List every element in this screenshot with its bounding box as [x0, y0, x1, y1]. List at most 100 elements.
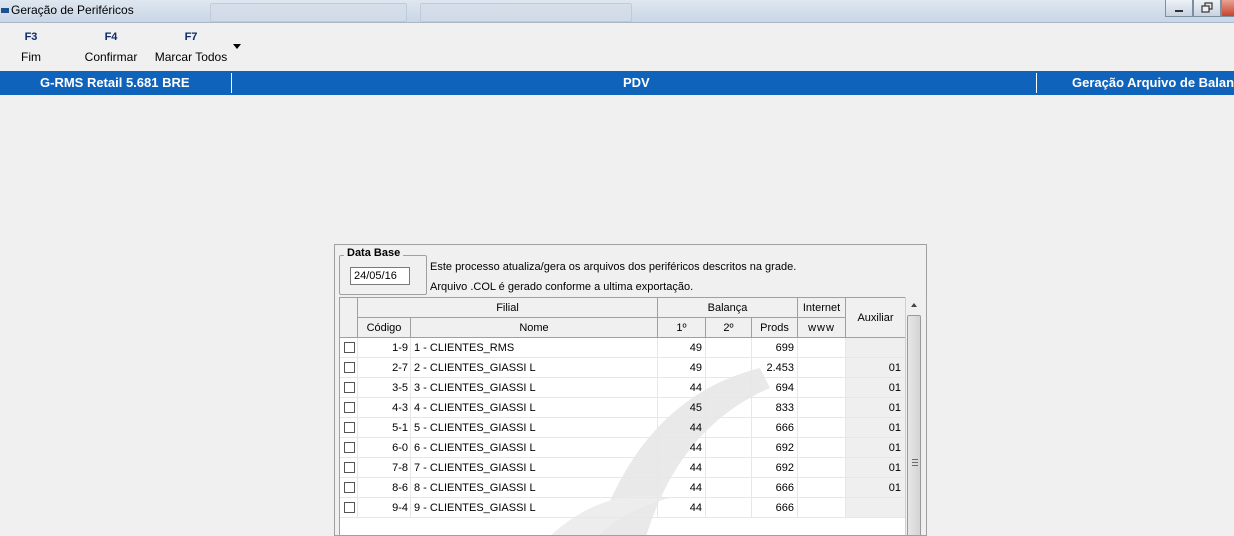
divider [1036, 73, 1037, 93]
row-checkbox[interactable] [344, 402, 355, 413]
table-row[interactable]: 2-7 2 - CLIENTES_GIASSI L 49 2.453 01 [340, 358, 906, 378]
cell-aux: 01 [846, 378, 906, 398]
table-row[interactable]: 1-9 1 - CLIENTES_RMS 49 699 [340, 338, 906, 358]
cell-www [798, 458, 846, 478]
row-checkbox-cell [340, 398, 358, 418]
scroll-up-arrow-icon[interactable] [911, 303, 917, 307]
table-row[interactable]: 8-6 8 - CLIENTES_GIASSI L 44 666 01 [340, 478, 906, 498]
cell-aux: 01 [846, 458, 906, 478]
cell-b1: 49 [658, 358, 706, 378]
table-row[interactable]: 9-4 9 - CLIENTES_GIASSI L 44 666 [340, 498, 906, 518]
cell-b2 [706, 358, 752, 378]
header-balanca-1[interactable]: 1º [658, 318, 706, 338]
grid-vertical-scrollbar[interactable] [905, 297, 923, 535]
fim-button[interactable]: F3 Fim [10, 31, 52, 64]
row-checkbox[interactable] [344, 342, 355, 353]
background-tab-ghost [210, 3, 407, 22]
cell-b2 [706, 458, 752, 478]
header-nome[interactable]: Nome [411, 318, 658, 338]
table-row[interactable]: 3-5 3 - CLIENTES_GIASSI L 44 694 01 [340, 378, 906, 398]
cell-b1: 44 [658, 458, 706, 478]
row-checkbox-cell [340, 338, 358, 358]
header-prods[interactable]: Prods [752, 318, 798, 338]
divider [231, 73, 232, 93]
data-base-field[interactable] [350, 267, 410, 285]
header-codigo[interactable]: Código [358, 318, 411, 338]
button-label: Confirmar [84, 50, 138, 64]
confirmar-button[interactable]: F4 Confirmar [80, 31, 142, 64]
maximize-button[interactable] [1193, 0, 1221, 17]
cell-prods: 666 [752, 478, 798, 498]
cell-b2 [706, 398, 752, 418]
table-row[interactable]: 6-0 6 - CLIENTES_GIASSI L 44 692 01 [340, 438, 906, 458]
data-base-label: Data Base [344, 247, 404, 259]
row-checkbox[interactable] [344, 462, 355, 473]
table-row[interactable]: 4-3 4 - CLIENTES_GIASSI L 45 833 01 [340, 398, 906, 418]
header-balanca: Balança [658, 298, 798, 318]
restore-icon [1201, 2, 1213, 13]
cell-www [798, 338, 846, 358]
button-label: Marcar Todos [154, 50, 228, 64]
cell-nome: 7 - CLIENTES_GIASSI L [411, 458, 658, 478]
cell-nome: 2 - CLIENTES_GIASSI L [411, 358, 658, 378]
toolbar-overflow-arrow-icon[interactable] [233, 44, 241, 49]
generation-panel: Data Base Este processo atualiza/gera os… [334, 244, 927, 536]
cell-b1: 49 [658, 338, 706, 358]
header-balanca-2[interactable]: 2º [706, 318, 752, 338]
header-auxiliar: Auxiliar [846, 298, 906, 338]
cell-www [798, 478, 846, 498]
table-row[interactable]: 5-1 5 - CLIENTES_GIASSI L 44 666 01 [340, 418, 906, 438]
cell-codigo: 2-7 [358, 358, 411, 378]
cell-prods: 833 [752, 398, 798, 418]
shortcut-key: F7 [184, 31, 198, 43]
scroll-thumb[interactable] [907, 315, 921, 535]
cell-codigo: 5-1 [358, 418, 411, 438]
close-button[interactable] [1221, 0, 1234, 17]
cell-nome: 3 - CLIENTES_GIASSI L [411, 378, 658, 398]
row-checkbox-cell [340, 378, 358, 398]
cell-b2 [706, 498, 752, 518]
cell-www [798, 398, 846, 418]
module-name: PDV [623, 75, 650, 90]
row-checkbox[interactable] [344, 362, 355, 373]
row-checkbox[interactable] [344, 422, 355, 433]
marcar-todos-button[interactable]: F7 Marcar Todos [152, 31, 230, 64]
row-checkbox-cell [340, 478, 358, 498]
data-base-group: Data Base [339, 247, 427, 295]
routine-name: Geração Arquivo de Balança [1072, 75, 1234, 90]
cell-www [798, 378, 846, 398]
cell-codigo: 3-5 [358, 378, 411, 398]
cell-www [798, 498, 846, 518]
cell-codigo: 6-0 [358, 438, 411, 458]
table-row[interactable]: 7-8 7 - CLIENTES_GIASSI L 44 692 01 [340, 458, 906, 478]
cell-b2 [706, 478, 752, 498]
row-checkbox-cell [340, 438, 358, 458]
row-checkbox-cell [340, 498, 358, 518]
header-www[interactable]: www [798, 318, 846, 338]
header-filial: Filial [358, 298, 658, 318]
row-checkbox-cell [340, 418, 358, 438]
row-checkbox[interactable] [344, 502, 355, 513]
cell-www [798, 358, 846, 378]
row-checkbox-cell [340, 458, 358, 478]
cell-b2 [706, 438, 752, 458]
cell-codigo: 1-9 [358, 338, 411, 358]
row-checkbox[interactable] [344, 442, 355, 453]
cell-prods: 692 [752, 458, 798, 478]
row-checkbox[interactable] [344, 482, 355, 493]
minimize-button[interactable] [1165, 0, 1193, 17]
cell-www [798, 418, 846, 438]
cell-b1: 44 [658, 478, 706, 498]
cell-b1: 45 [658, 398, 706, 418]
cell-aux: 01 [846, 418, 906, 438]
background-tab-ghost [420, 3, 632, 22]
row-checkbox[interactable] [344, 382, 355, 393]
info-text-line1: Este processo atualiza/gera os arquivos … [430, 261, 797, 273]
cell-nome: 5 - CLIENTES_GIASSI L [411, 418, 658, 438]
cell-codigo: 8-6 [358, 478, 411, 498]
cell-nome: 9 - CLIENTES_GIASSI L [411, 498, 658, 518]
cell-aux [846, 498, 906, 518]
peripherals-grid: Filial Balança Internet Auxiliar Código … [339, 297, 907, 535]
cell-aux: 01 [846, 398, 906, 418]
cell-nome: 6 - CLIENTES_GIASSI L [411, 438, 658, 458]
